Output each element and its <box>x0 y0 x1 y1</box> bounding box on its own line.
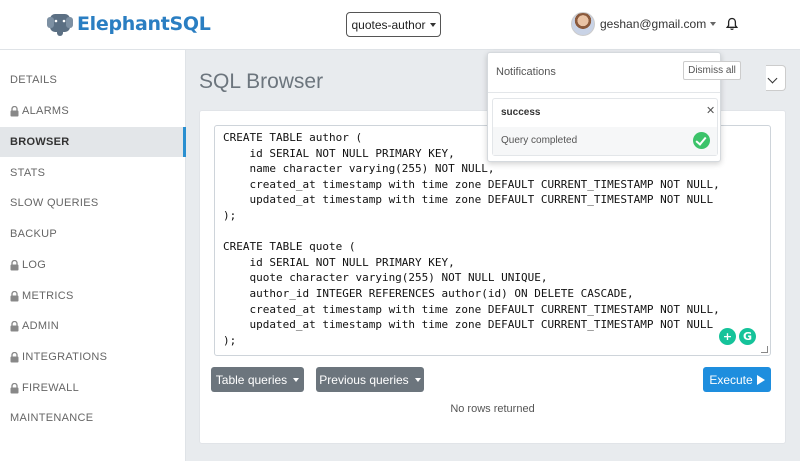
instance-name: quotes-author <box>351 17 426 32</box>
sidebar-item-label: LOG <box>22 259 47 271</box>
notification-body: Query completed <box>493 127 717 155</box>
sidebar-item-label: MAINTENANCE <box>10 412 94 424</box>
sidebar-item-integrations[interactable]: INTEGRATIONS <box>0 342 186 372</box>
chevron-down-icon <box>710 22 717 26</box>
sidebar-item-maintenance[interactable]: MAINTENANCE <box>0 403 186 433</box>
lock-icon <box>10 351 19 362</box>
sidebar-item-label: ADMIN <box>22 320 59 332</box>
result-message: No rows returned <box>450 403 535 415</box>
dismiss-all-button[interactable]: Dismiss all <box>683 61 741 80</box>
sidebar-item-label: ALARMS <box>22 105 70 117</box>
chevron-down-icon <box>293 377 300 382</box>
lock-icon <box>10 259 19 270</box>
sidebar-item-label: SLOW QUERIES <box>10 197 99 209</box>
sidebar-item-label: STATS <box>10 167 46 179</box>
sidebar-item-firewall[interactable]: FIREWALL <box>0 373 186 403</box>
sidebar-item-label: FIREWALL <box>22 382 80 394</box>
previous-queries-label: Previous queries <box>319 372 409 387</box>
elephant-icon <box>47 14 73 36</box>
sidebar-item-admin[interactable]: ADMIN <box>0 311 186 341</box>
sidebar-item-alarms[interactable]: ALARMS <box>0 96 186 126</box>
table-queries-button[interactable]: Table queries <box>211 367 304 392</box>
sidebar-item-label: BACKUP <box>10 228 58 240</box>
resize-handle[interactable] <box>761 346 768 353</box>
sidebar-item-browser[interactable]: BROWSER <box>0 127 186 157</box>
sidebar-item-details[interactable]: DETAILS <box>0 65 186 95</box>
grammarly-plus-icon[interactable]: + <box>719 328 736 345</box>
chevron-down-icon <box>767 73 778 84</box>
avatar <box>571 12 595 36</box>
instance-selector[interactable]: quotes-author <box>346 12 441 37</box>
top-bar: ElephantSQL quotes-author geshan@gmail.c… <box>0 0 800 50</box>
close-icon[interactable]: ✕ <box>706 104 715 117</box>
grammarly-g-icon[interactable]: G <box>739 328 756 345</box>
chevron-down-icon <box>429 22 436 27</box>
sidebar: DETAILS ALARMS BROWSER STATS SLOW QUERIE… <box>0 50 186 461</box>
lock-icon <box>10 105 19 116</box>
user-menu[interactable]: geshan@gmail.com <box>571 12 717 36</box>
notification-item: success ✕ Query completed <box>492 98 718 156</box>
page-title: SQL Browser <box>199 70 324 93</box>
sidebar-item-slow-queries[interactable]: SLOW QUERIES <box>0 188 186 218</box>
lock-icon <box>10 320 19 331</box>
sidebar-item-label: METRICS <box>22 290 74 302</box>
notification-message: Query completed <box>501 135 578 146</box>
sidebar-item-backup[interactable]: BACKUP <box>0 219 186 249</box>
sidebar-item-metrics[interactable]: METRICS <box>0 281 186 311</box>
database-selector[interactable] <box>766 65 786 91</box>
sidebar-item-log[interactable]: LOG <box>0 250 186 280</box>
lock-icon <box>10 290 19 301</box>
user-email: geshan@gmail.com <box>600 17 707 31</box>
execute-label: Execute <box>709 372 753 387</box>
sidebar-item-label: BROWSER <box>10 136 70 148</box>
execute-button[interactable]: Execute <box>703 367 771 392</box>
sql-query-text: CREATE TABLE author ( id SERIAL NOT NULL… <box>223 131 720 347</box>
bell-icon[interactable] <box>725 17 739 31</box>
previous-queries-button[interactable]: Previous queries <box>316 367 424 392</box>
notifications-title: Notifications <box>496 66 556 78</box>
chevron-down-icon <box>414 377 421 382</box>
play-icon <box>756 374 765 385</box>
logo[interactable]: ElephantSQL <box>47 11 211 37</box>
sidebar-item-label: INTEGRATIONS <box>22 351 108 363</box>
lock-icon <box>10 382 19 393</box>
brand-name: ElephantSQL <box>77 13 211 35</box>
grammarly-widget[interactable]: + G <box>719 328 756 345</box>
check-icon <box>693 132 710 149</box>
sidebar-item-stats[interactable]: STATS <box>0 158 186 188</box>
notification-type: success <box>501 107 541 118</box>
sidebar-item-label: DETAILS <box>10 74 58 86</box>
table-queries-label: Table queries <box>215 372 288 387</box>
